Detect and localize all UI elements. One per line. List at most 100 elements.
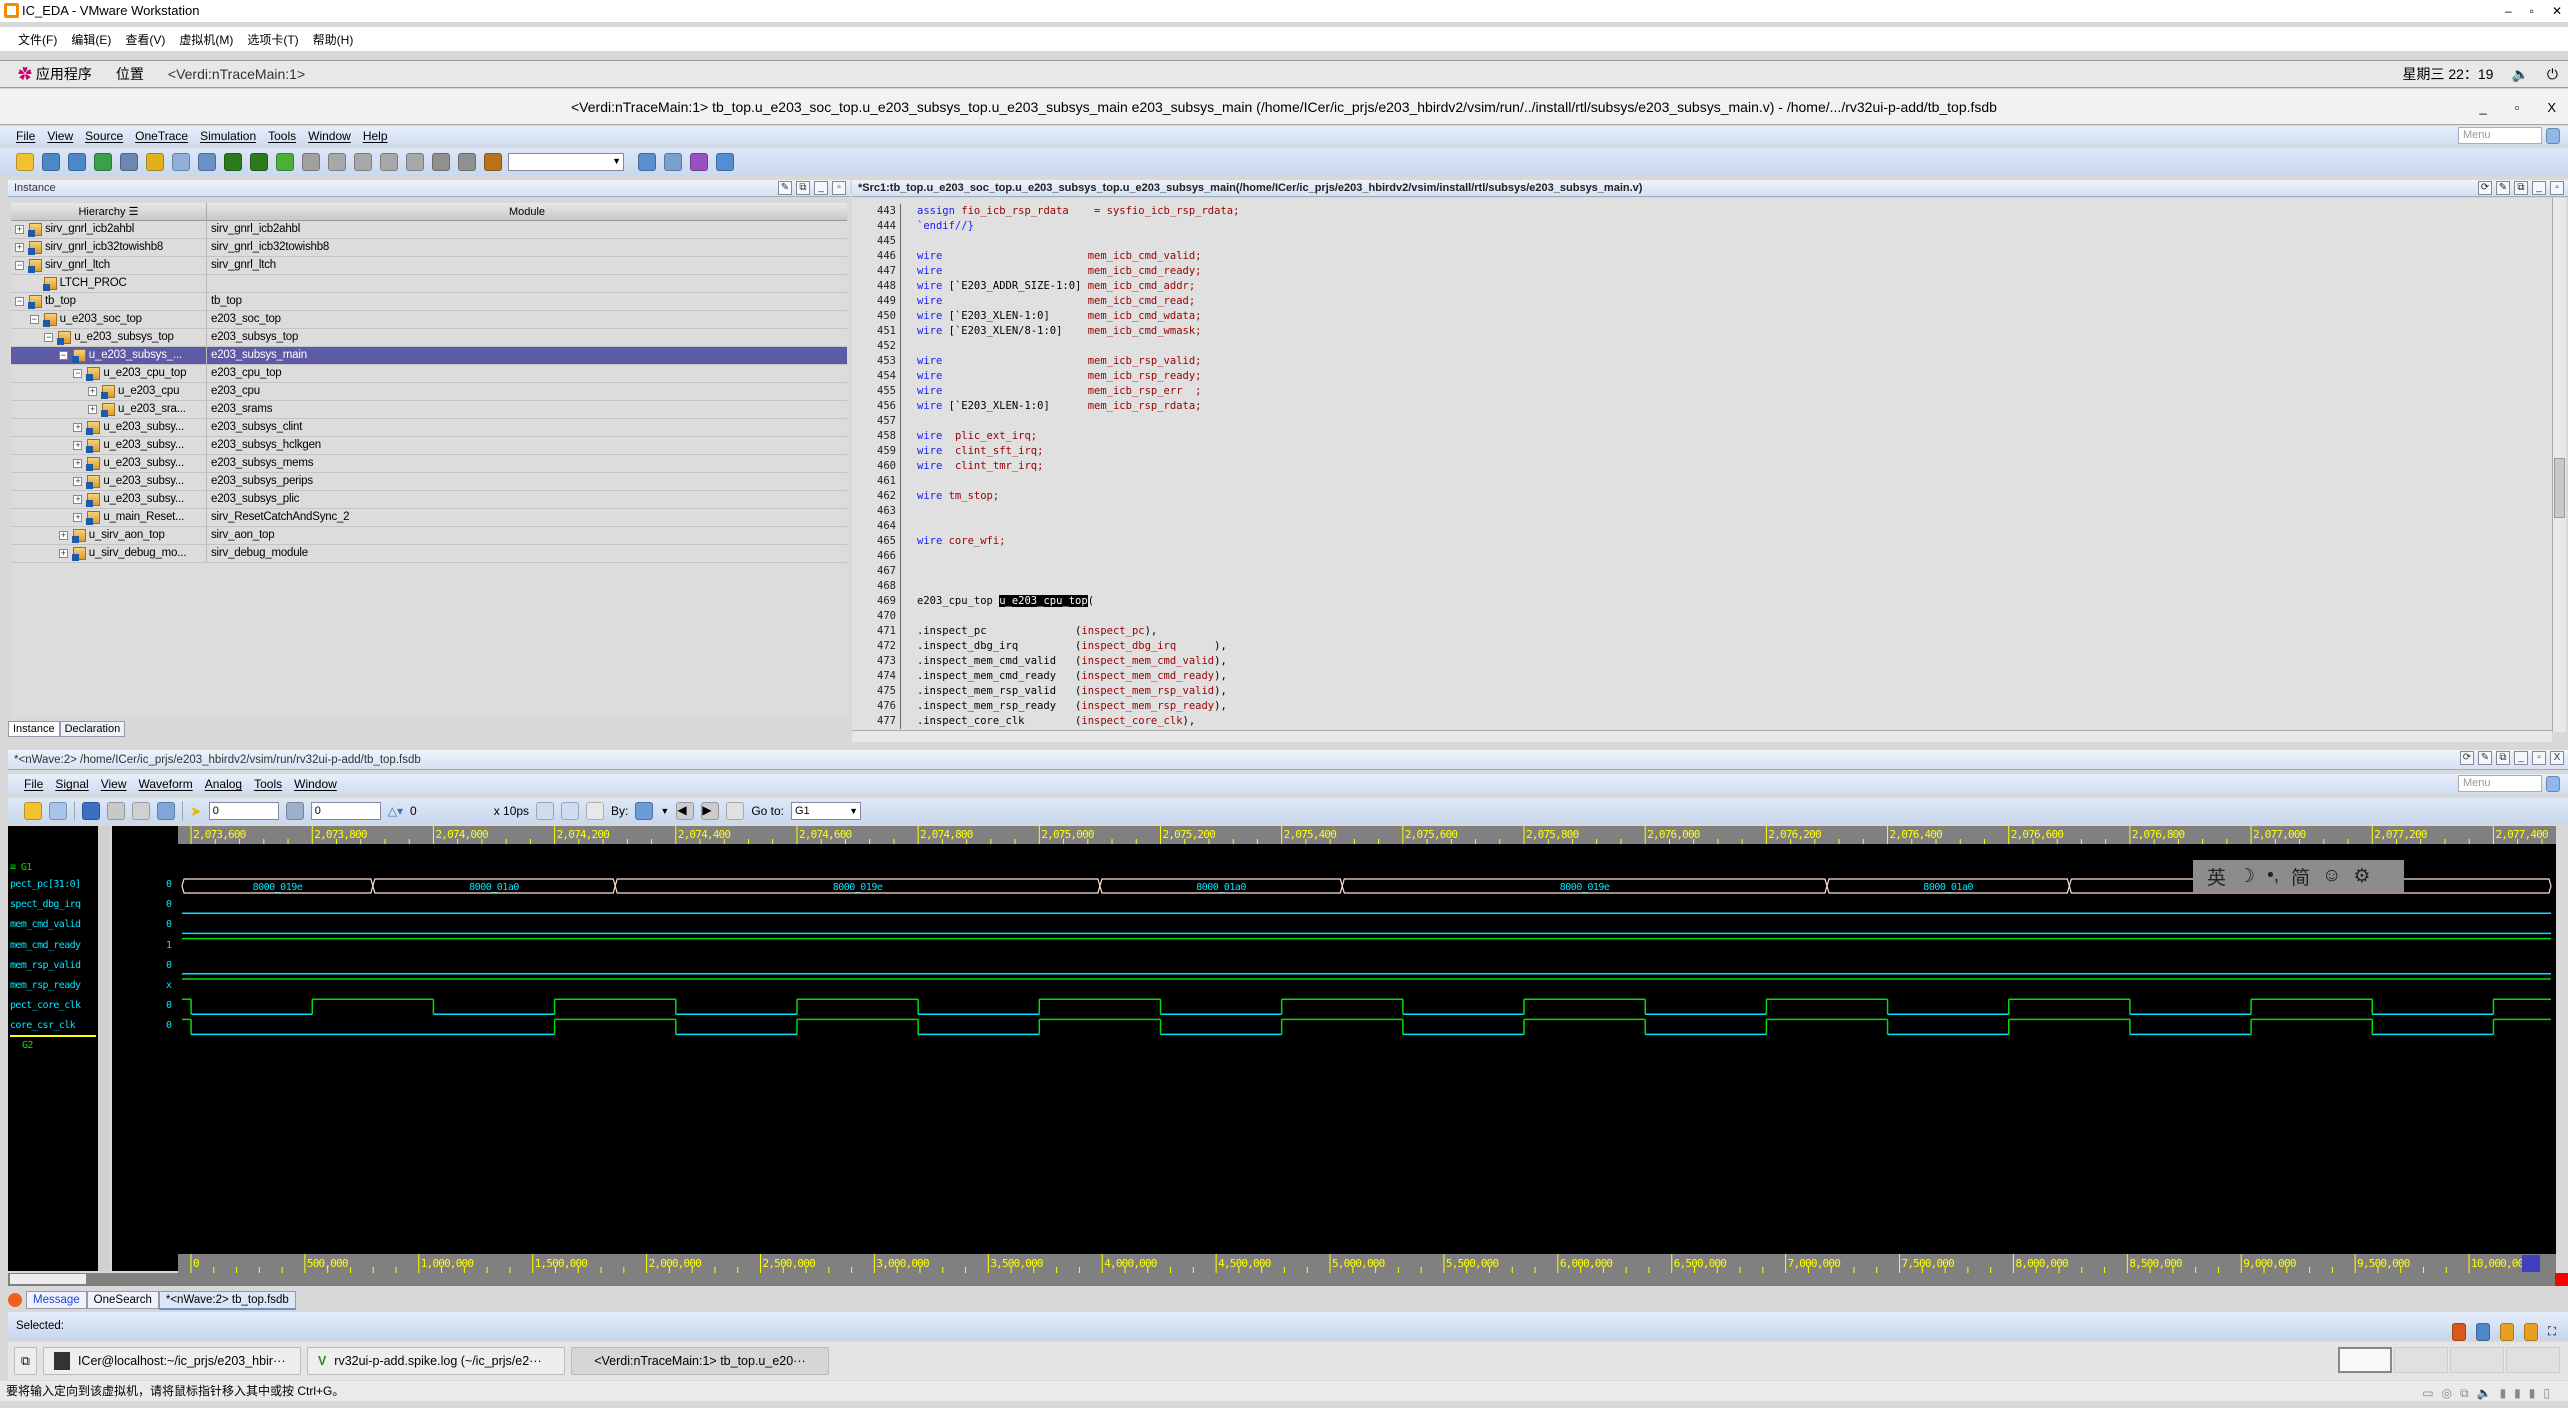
download-all-icon[interactable] xyxy=(2523,1323,2538,1341)
collapse-icon[interactable]: − xyxy=(29,315,39,324)
source-line[interactable]: 462 wire tm_stop; xyxy=(852,489,2552,504)
source-line[interactable]: 465 wire core_wfi; xyxy=(852,534,2552,549)
zoom-in-icon[interactable] xyxy=(561,802,580,820)
collapse-icon[interactable]: − xyxy=(15,297,24,306)
paste-icon[interactable] xyxy=(157,802,175,820)
waveform-canvas[interactable]: 2,073,600 2,073,800 2,074,000 2,074,200 2,07… xyxy=(178,826,2556,1273)
tree-row[interactable]: − sirv_gnrl_ltch sirv_gnrl_ltch xyxy=(11,257,847,275)
source-line[interactable]: 446 wire mem_icb_cmd_valid; xyxy=(852,249,2552,264)
pin-icon[interactable]: ✎ xyxy=(2478,751,2492,765)
usb-icon[interactable]: ▮ xyxy=(2500,1383,2507,1403)
cursor-time-input[interactable]: 0 xyxy=(208,802,279,820)
waveform-horizontal-scrollbar[interactable] xyxy=(8,1273,2568,1286)
schematic-window-icon[interactable] xyxy=(68,153,86,171)
source-horizontal-scrollbar[interactable] xyxy=(852,730,2552,742)
menu-search-input[interactable]: Menu xyxy=(2458,775,2542,792)
trace-back-icon[interactable] xyxy=(224,153,242,171)
time-ruler[interactable] xyxy=(178,826,2556,844)
pin-icon[interactable]: ✎ xyxy=(2496,181,2510,195)
expand-icon[interactable]: + xyxy=(73,513,83,522)
minimize-icon[interactable]: _ xyxy=(2514,751,2528,765)
source-line[interactable]: 448 wire [`E203_ADDR_SIZE-1:0] mem_icb_cm… xyxy=(852,279,2552,294)
applications-menu[interactable]: ✿ 应用程序 xyxy=(18,64,92,84)
column-header-module[interactable]: Module xyxy=(207,203,847,220)
edit-source-icon[interactable] xyxy=(172,153,190,171)
download-icon[interactable] xyxy=(2499,1323,2514,1341)
menu-tabs[interactable]: 选项卡(T) xyxy=(247,31,298,48)
signal-name[interactable]: mem_rsp_ready xyxy=(10,980,96,991)
clock[interactable]: 星期三 22：19 xyxy=(2402,64,2493,84)
source-line[interactable]: 471 .inspect_pc (inspect_pc), xyxy=(852,624,2552,639)
signal-name[interactable]: mem_rsp_valid xyxy=(10,960,96,971)
minimize-icon[interactable]: _ xyxy=(2479,100,2486,115)
collapse-icon[interactable]: − xyxy=(73,369,83,378)
signal-name[interactable]: pect_core_clk xyxy=(10,1000,96,1011)
load-l-icon[interactable] xyxy=(354,153,372,171)
zoom-out-icon[interactable] xyxy=(536,802,555,820)
workspace-1[interactable] xyxy=(2338,1347,2392,1373)
minimize-icon[interactable]: – xyxy=(2505,4,2512,18)
search-combo[interactable]: ▼ xyxy=(508,153,624,171)
menu-help[interactable]: 帮助(H) xyxy=(313,31,354,48)
source-line[interactable]: 451 wire [`E203_XLEN/8-1:0] mem_icb_cmd_w… xyxy=(852,324,2552,339)
collapse-icon[interactable]: − xyxy=(44,333,54,342)
tab-onesearch[interactable]: OneSearch xyxy=(86,1291,159,1309)
signal-name-panel[interactable]: ≡ G1 pect_pc[31:0] spect_dbg_irq mem_cmd_va… xyxy=(8,826,98,1271)
source-line[interactable]: 463 xyxy=(852,504,2552,519)
expand-icon[interactable]: + xyxy=(58,531,68,540)
tab-declaration[interactable]: Declaration xyxy=(59,721,126,737)
expand-icon[interactable]: + xyxy=(88,387,97,396)
arrow-down-icon[interactable] xyxy=(406,153,424,171)
expand-icon[interactable]: + xyxy=(73,495,83,504)
pin-icon[interactable]: ✎ xyxy=(778,181,792,195)
workspace-2[interactable] xyxy=(2394,1347,2448,1373)
tree-row[interactable]: + u_e203_subsy... e203_subsys_perips xyxy=(11,473,847,491)
expand-icon[interactable]: + xyxy=(15,243,24,252)
search-icon[interactable] xyxy=(2546,127,2560,144)
push-down-icon[interactable] xyxy=(432,153,450,171)
source-line[interactable]: 452 xyxy=(852,339,2552,354)
source-line[interactable]: 454 wire mem_icb_rsp_ready; xyxy=(852,369,2552,384)
bookmark-icon[interactable] xyxy=(484,153,502,171)
hierarchy-window-icon[interactable] xyxy=(42,153,60,171)
search-forward-icon[interactable]: ▶ xyxy=(701,802,720,820)
source-line[interactable]: 477 .inspect_core_clk (inspect_core_clk), xyxy=(852,714,2552,729)
minimize-icon[interactable]: _ xyxy=(814,181,828,195)
ime-emoji-icon[interactable]: ☺ xyxy=(2322,865,2341,887)
tree-row[interactable]: + u_e203_cpu e203_cpu xyxy=(11,383,847,401)
tree-row[interactable]: + u_sirv_debug_mo... sirv_debug_module xyxy=(11,545,847,563)
source-line[interactable]: 469 e203_cpu_top u_e203_cpu_top( xyxy=(852,594,2552,609)
source-line[interactable]: 460 wire clint_tmr_irq; xyxy=(852,459,2552,474)
expand-icon[interactable]: + xyxy=(73,423,83,432)
chevron-down-icon[interactable]: ▼ xyxy=(660,806,669,816)
undock-icon[interactable]: ⧉ xyxy=(2496,751,2510,765)
sound-icon[interactable]: 🔈 xyxy=(2477,1383,2492,1403)
active-window-label[interactable]: <Verdi:nTraceMain:1> xyxy=(168,66,305,82)
menu-tools[interactable]: Tools xyxy=(268,129,296,143)
tree-row[interactable]: + u_main_Reset... sirv_ResetCatchAndSync_2 xyxy=(11,509,847,527)
close-icon[interactable]: X xyxy=(2547,100,2556,115)
tree-row[interactable]: LTCH_PROC xyxy=(11,275,847,293)
tree-row[interactable]: + u_e203_subsy... e203_subsys_mems xyxy=(11,455,847,473)
tree-row[interactable]: + sirv_gnrl_icb2ahbl sirv_gnrl_icb2ahbl xyxy=(11,221,847,239)
workspace-3[interactable] xyxy=(2450,1347,2504,1373)
goto-select[interactable]: G1 ▼ xyxy=(791,802,861,820)
tree-row[interactable]: − u_e203_soc_top e203_soc_top xyxy=(11,311,847,329)
signal-name[interactable]: spect_dbg_irq xyxy=(10,899,96,910)
tab-nwave[interactable]: *<nWave:2> tb_top.fsdb xyxy=(158,1290,296,1310)
source-line[interactable]: 444 `endif//} xyxy=(852,219,2552,234)
task-gvim[interactable]: Vrv32ui-p-add.spike.log (~/ic_prjs/e2··· xyxy=(306,1347,565,1375)
tab-instance[interactable]: Instance xyxy=(8,721,60,737)
expand-icon[interactable]: + xyxy=(73,477,83,486)
open-folder-icon[interactable] xyxy=(16,153,34,171)
power-icon[interactable]: ⏻ xyxy=(2547,66,2558,83)
undo-icon[interactable] xyxy=(82,802,100,820)
maximize-icon[interactable]: ▫ xyxy=(2550,181,2564,195)
source-line[interactable]: 474 .inspect_mem_cmd_ready (inspect_mem_c… xyxy=(852,669,2552,684)
signal-name[interactable]: core_csr_clk xyxy=(10,1020,96,1031)
group-label[interactable]: ≡ G1 xyxy=(10,862,96,873)
signal-name[interactable]: mem_cmd_ready xyxy=(10,940,96,951)
copy-icon[interactable] xyxy=(132,802,150,820)
reload-icon[interactable] xyxy=(49,802,67,820)
source-line[interactable]: 461 xyxy=(852,474,2552,489)
